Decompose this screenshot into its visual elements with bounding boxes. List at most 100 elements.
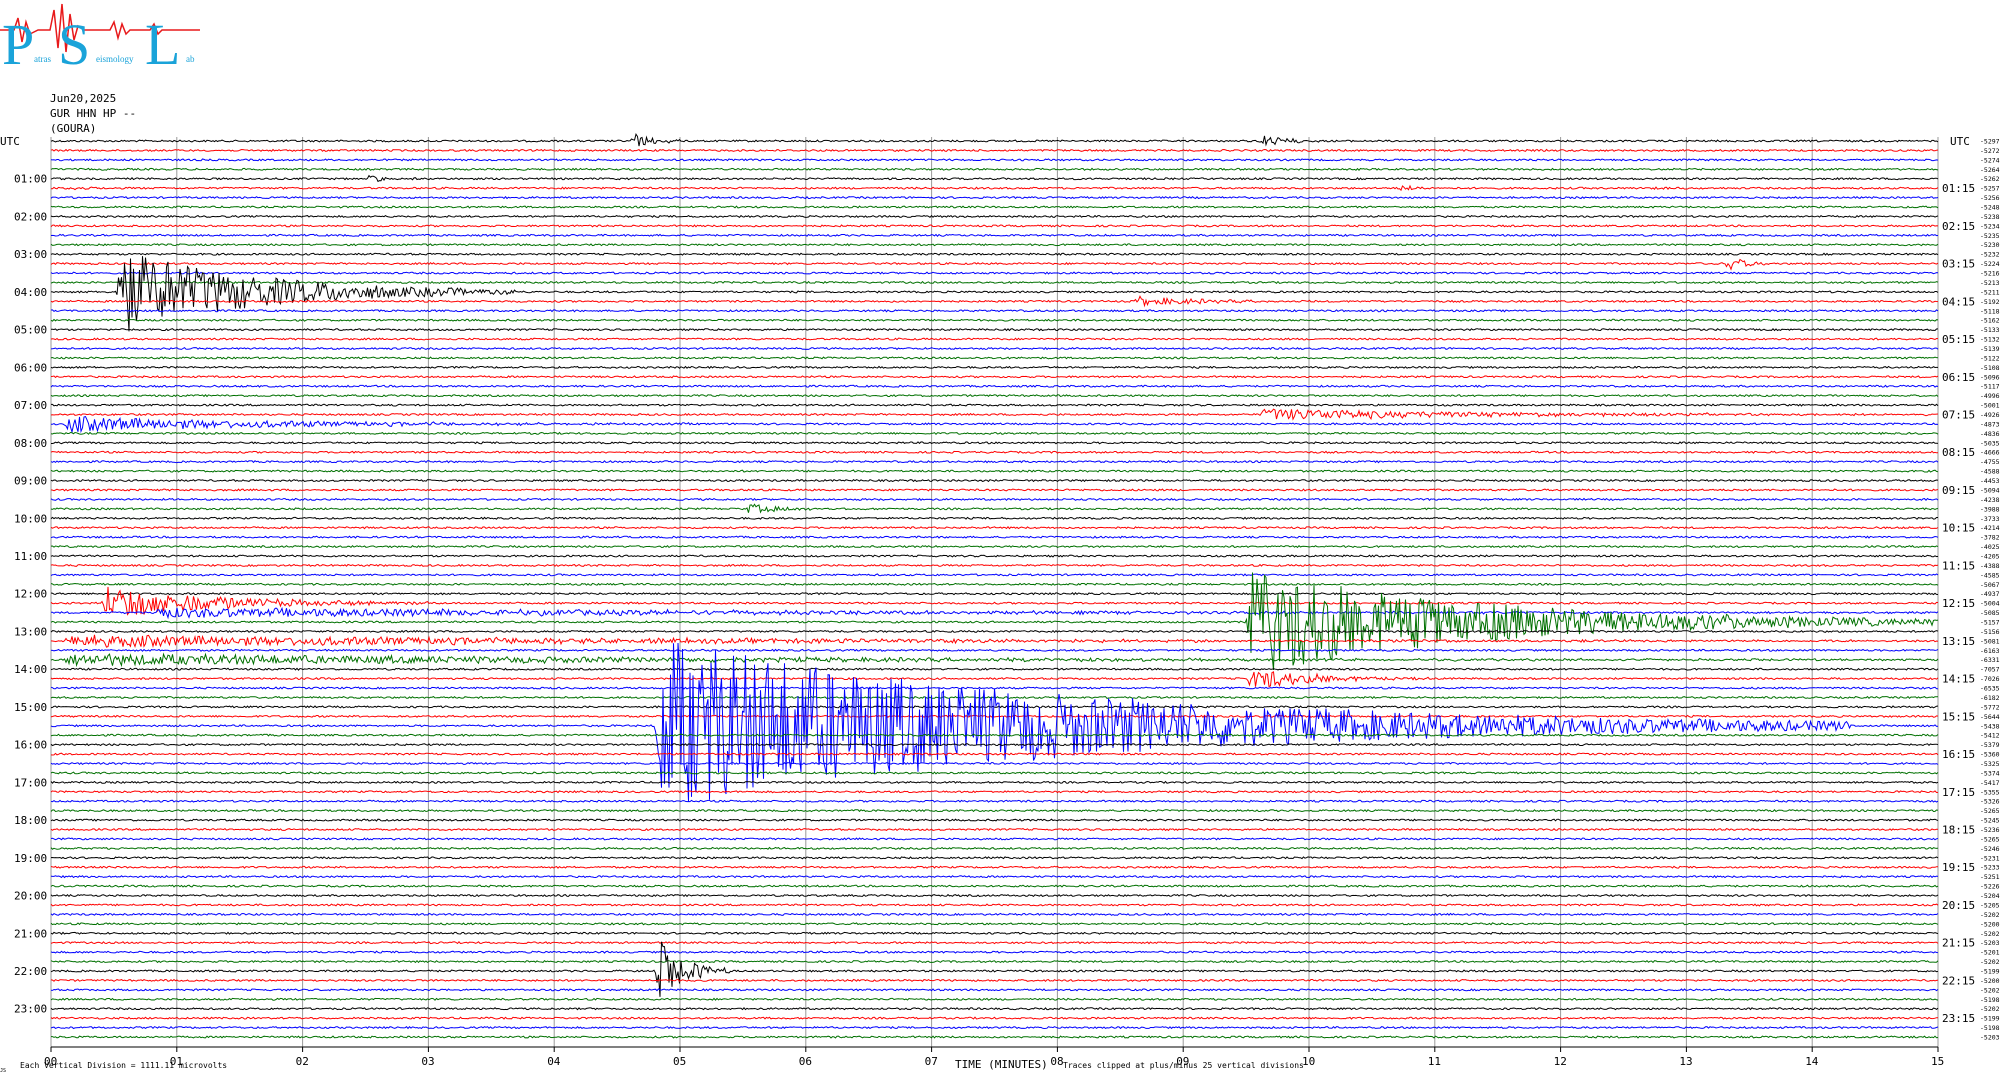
trace-line — [50, 652, 1939, 668]
left-hour-label: 01:00 — [14, 173, 47, 186]
trace-line — [50, 271, 1939, 275]
x-tick-label: 06 — [799, 1055, 812, 1068]
offset-label: -5379 — [1980, 741, 2000, 749]
offset-label: -5264 — [1980, 166, 2000, 174]
trace-line — [50, 592, 1939, 596]
offset-label: -7026 — [1980, 675, 2000, 683]
trace-line — [50, 912, 1939, 917]
trace-line — [50, 941, 1939, 945]
trace-line — [50, 365, 1938, 369]
trace-line — [50, 224, 1939, 228]
trace-line — [50, 148, 1939, 153]
left-hour-label: 04:00 — [14, 286, 47, 299]
trace-line — [50, 818, 1939, 822]
trace-line — [50, 893, 1939, 898]
right-offset-labels: -5297-5272-5274 -5264-5262 -5257-5256 -5248… — [1980, 138, 2000, 1042]
header-station: GUR HHN HP -- — [50, 107, 137, 120]
trace-line — [50, 526, 1939, 530]
trace-line — [50, 705, 1939, 709]
offset-label: -5202 — [1980, 958, 2000, 966]
trace-line — [50, 837, 1939, 841]
offset-label: -5156 — [1980, 628, 2000, 636]
trace-line — [50, 686, 1939, 690]
left-hour-label: 10:00 — [14, 512, 47, 525]
trace-line — [50, 790, 1939, 794]
offset-label: -5236 — [1980, 826, 2000, 834]
trace-line — [50, 184, 1939, 192]
right-hour-label: 05:15 — [1942, 333, 1975, 346]
trace-line — [50, 856, 1939, 860]
trace-line — [50, 205, 1939, 209]
trace-line — [50, 606, 1939, 620]
left-hour-label: 21:00 — [14, 927, 47, 940]
trace-line — [50, 132, 1939, 147]
left-hour-label: 20:00 — [14, 890, 47, 903]
offset-label: -5251 — [1980, 873, 2000, 881]
left-hour-label: 12:00 — [14, 588, 47, 601]
left-axis-title: UTC — [0, 135, 20, 148]
trace-line — [50, 450, 1938, 454]
header-date: Jun20,2025 — [50, 92, 117, 105]
offset-label: -5192 — [1980, 298, 2000, 306]
trace-line — [50, 959, 1939, 964]
trace-line — [50, 214, 1939, 219]
trace-line — [50, 416, 1939, 434]
psl-logo: P S L atras eismology ab — [0, 0, 200, 77]
offset-label: -7057 — [1980, 666, 2000, 674]
logo-letter-s: S — [58, 12, 90, 72]
offset-label: -5644 — [1980, 713, 2000, 721]
offset-label: -5272 — [1980, 147, 2000, 155]
offset-label: -5325 — [1980, 760, 2000, 768]
offset-label: -4666 — [1980, 449, 2000, 457]
trace-line — [50, 1007, 1939, 1011]
trace-line — [50, 572, 1939, 671]
offset-label: -5202 — [1980, 911, 2000, 919]
offset-label: -4588 — [1980, 468, 2000, 476]
trace-line — [50, 503, 1939, 514]
offset-label: -5081 — [1980, 637, 2000, 645]
offset-label: -5213 — [1980, 279, 2000, 287]
right-hour-label: 16:15 — [1942, 748, 1975, 761]
offset-label: -5360 — [1980, 751, 2000, 759]
x-tick-label: 03 — [421, 1055, 434, 1068]
left-hour-label: 02:00 — [14, 210, 47, 223]
logo-letter-p: P — [2, 12, 34, 72]
trace-line — [50, 931, 1939, 935]
right-hour-label: 01:15 — [1942, 182, 1975, 195]
logo-small-text-3: ab — [186, 54, 195, 64]
offset-label: -6331 — [1980, 656, 2000, 664]
trace-line — [50, 535, 1939, 539]
x-axis-label: TIME (MINUTES) — [955, 1058, 1048, 1071]
trace-line — [50, 554, 1939, 558]
trace-line — [51, 403, 1939, 407]
x-tick-label: 08 — [1050, 1055, 1063, 1068]
right-hour-label: 13:15 — [1942, 635, 1975, 648]
left-hour-label: 16:00 — [14, 739, 47, 752]
offset-label: -5245 — [1980, 817, 2000, 825]
offset-label: -5139 — [1980, 345, 2000, 353]
trace-line — [50, 460, 1939, 464]
right-hour-label: 04:15 — [1942, 295, 1975, 308]
trace-line — [50, 671, 1939, 688]
trace-line — [50, 922, 1939, 926]
right-hour-label: 11:15 — [1942, 559, 1975, 572]
logo-letter-l: L — [145, 12, 180, 72]
trace-line — [50, 497, 1939, 502]
right-hour-label: 22:15 — [1942, 974, 1975, 987]
offset-label: -4025 — [1980, 543, 2000, 551]
offset-label: -5257 — [1980, 185, 2000, 193]
offset-label: -4755 — [1980, 458, 2000, 466]
offset-label: -5232 — [1980, 251, 2000, 259]
trace-line — [50, 586, 1939, 616]
right-hour-label: 08:15 — [1942, 446, 1975, 459]
x-tick-label: 14 — [1805, 1055, 1819, 1068]
trace-line — [50, 884, 1939, 888]
right-hour-label: 10:15 — [1942, 522, 1975, 535]
trace-line — [50, 478, 1939, 483]
right-hour-label: 15:15 — [1942, 710, 1975, 723]
trace-line — [50, 158, 1939, 162]
offset-label: -5085 — [1980, 609, 2000, 617]
trace-line — [50, 318, 1939, 322]
trace-line — [50, 809, 1939, 813]
offset-label: -5108 — [1980, 364, 2000, 372]
